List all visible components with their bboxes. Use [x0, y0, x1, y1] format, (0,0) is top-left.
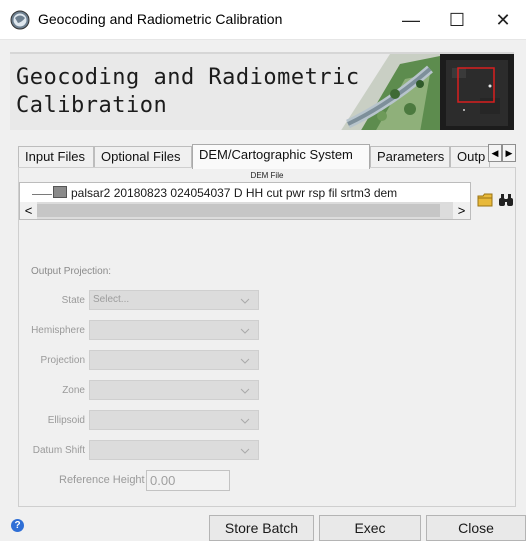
- scroll-right-button[interactable]: >: [453, 202, 470, 219]
- projection-label: Projection: [40, 355, 85, 366]
- chevron-down-icon: [240, 355, 250, 365]
- window-titlebar: Geocoding and Radiometric Calibration — …: [0, 0, 526, 40]
- tab-dem-cartographic-system[interactable]: DEM/Cartographic System: [192, 144, 370, 169]
- scroll-thumb[interactable]: [37, 204, 440, 217]
- close-button[interactable]: Close: [426, 515, 526, 541]
- open-folder-icon: [477, 193, 493, 210]
- ellipsoid-select[interactable]: [89, 410, 259, 430]
- scroll-left-button[interactable]: <: [20, 202, 37, 219]
- minimize-button[interactable]: —: [388, 0, 434, 40]
- dem-file-list[interactable]: palsar2 20180823 024054037 D HH cut pwr …: [19, 182, 471, 220]
- satellite-imagery-banner: [341, 54, 514, 130]
- tab-parameters[interactable]: Parameters: [370, 146, 450, 168]
- datum-shift-label: Datum Shift: [32, 445, 85, 456]
- tab-output[interactable]: Outp: [450, 146, 490, 168]
- hemisphere-label: Hemisphere: [31, 325, 85, 336]
- datum-shift-select[interactable]: [89, 440, 259, 460]
- chevron-down-icon: [240, 415, 250, 425]
- output-projection-heading: Output Projection:: [31, 266, 112, 277]
- state-select-value: Select...: [93, 294, 130, 305]
- store-batch-button[interactable]: Store Batch: [209, 515, 314, 541]
- header-banner: Geocoding and Radiometric Calibration: [10, 52, 514, 130]
- chevron-down-icon: [240, 295, 250, 305]
- tab-scroll-right-button[interactable]: ▶: [502, 144, 516, 162]
- dem-file-item[interactable]: palsar2 20180823 024054037 D HH cut pwr …: [71, 186, 397, 200]
- binoculars-icon: [498, 193, 514, 210]
- file-icon: [53, 186, 67, 198]
- projection-select[interactable]: [89, 350, 259, 370]
- help-icon[interactable]: ?: [11, 519, 24, 532]
- zone-select[interactable]: [89, 380, 259, 400]
- tab-input-files[interactable]: Input Files: [18, 146, 94, 168]
- hemisphere-select[interactable]: [89, 320, 259, 340]
- exec-button[interactable]: Exec: [319, 515, 421, 541]
- state-label: State: [61, 295, 85, 306]
- ellipsoid-label: Ellipsoid: [47, 415, 85, 426]
- open-folder-button[interactable]: [476, 192, 494, 210]
- reference-height-input[interactable]: 0.00: [146, 470, 230, 491]
- horizontal-scrollbar[interactable]: < >: [20, 202, 470, 219]
- chevron-down-icon: [240, 385, 250, 395]
- state-select[interactable]: Select...: [89, 290, 259, 310]
- find-dem-button[interactable]: [497, 192, 515, 210]
- dem-file-label: DEM File: [250, 171, 284, 180]
- dem-cartographic-panel: DEM File palsar2 20180823 024054037 D HH…: [18, 167, 516, 507]
- tree-connector: [32, 194, 52, 195]
- chevron-down-icon: [240, 445, 250, 455]
- tab-scroll-left-button[interactable]: ◀: [488, 144, 502, 162]
- close-window-button[interactable]: ✕: [480, 0, 526, 40]
- chevron-down-icon: [240, 325, 250, 335]
- zone-label: Zone: [62, 385, 85, 396]
- tab-bar: Input Files Optional Files DEM/Cartograp…: [18, 144, 516, 169]
- reference-height-label: Reference Height: [59, 474, 145, 486]
- app-globe-icon: [10, 10, 30, 30]
- window-title: Geocoding and Radiometric Calibration: [38, 11, 283, 27]
- tab-optional-files[interactable]: Optional Files: [94, 146, 192, 168]
- maximize-button[interactable]: ☐: [434, 0, 480, 40]
